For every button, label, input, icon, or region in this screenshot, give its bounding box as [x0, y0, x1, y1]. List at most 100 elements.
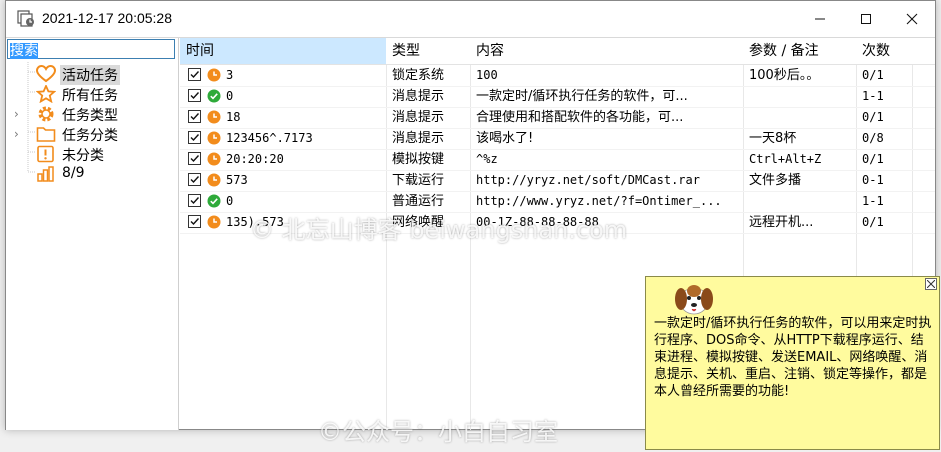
cell-content: 一款定时/循环执行任务的软件，可... [476, 89, 688, 104]
cell-count: 0/1 [862, 152, 884, 166]
tip-popup: 一款定时/循环执行任务的软件，可以用来定时执行程序、DOS命令、从HTTP下载程… [645, 276, 940, 450]
cell-content: 该喝水了! [476, 131, 534, 146]
grid-header: 时间 类型 内容 参数 / 备注 次数 [180, 38, 935, 65]
clock-icon [207, 68, 221, 82]
cell-count: 0-1 [862, 173, 884, 187]
column-header-note[interactable]: 参数 / 备注 [743, 38, 856, 64]
tree-item-label: 所有任务 [62, 88, 118, 104]
cell-content: 00-1Z-88-88-88-88 [476, 215, 599, 229]
exclamation-icon [37, 145, 54, 163]
cell-count: 1-1 [862, 89, 884, 103]
cell-content: http://yryz.net/soft/DMCast.rar [476, 173, 700, 187]
cell-count: 0/8 [862, 131, 884, 145]
cell-note: Ctrl+Alt+Z [749, 152, 822, 166]
row-checkbox[interactable] [188, 152, 201, 165]
done-check-icon [207, 89, 221, 103]
row-checkbox[interactable] [188, 131, 201, 144]
search-input-text: 搜索 [10, 43, 38, 59]
column-header-time[interactable]: 时间 [180, 38, 386, 64]
row-checkbox[interactable] [188, 194, 201, 207]
row-checkbox[interactable] [188, 215, 201, 228]
cell-note: 100秒后。。 [749, 68, 820, 83]
cell-note [749, 86, 854, 107]
tree-item-active-tasks[interactable]: 活动任务 [6, 64, 178, 85]
row-checkbox[interactable] [188, 173, 201, 186]
table-row[interactable]: 0 普通运行 http://www.yryz.net/?f=Ontimer_... 1… [180, 191, 935, 213]
search-input[interactable]: 搜索 [7, 39, 175, 59]
row-checkbox[interactable] [188, 110, 201, 123]
tree-item-all-tasks[interactable]: 所有任务 [6, 84, 178, 104]
table-row[interactable]: 18 消息提示 合理使用和搭配软件的各功能，可... 0/1 [180, 107, 935, 129]
cell-note [749, 191, 854, 212]
minimize-icon [815, 18, 825, 20]
tree-item-label: 8/9 [62, 165, 85, 181]
minimize-button[interactable] [797, 1, 843, 37]
checkmark-icon [190, 155, 200, 163]
table-row[interactable]: 3 锁定系统 100 100秒后。。 0/1 [180, 65, 935, 87]
cell-type: 网络唤醒 [392, 215, 445, 230]
column-header-count[interactable]: 次数 [856, 38, 912, 64]
cell-type: 消息提示 [392, 89, 445, 104]
checkmark-icon [190, 113, 200, 121]
done-check-icon [207, 194, 221, 208]
popup-close-button[interactable] [925, 278, 937, 290]
star-icon [36, 85, 56, 103]
cell-time: 135).573 [226, 215, 284, 229]
clock-icon [207, 173, 221, 187]
heart-icon [36, 65, 56, 83]
clock-icon [207, 131, 221, 145]
expand-chevron-icon[interactable]: › [14, 127, 19, 141]
cell-content: ^%z [476, 152, 498, 166]
cell-type: 普通运行 [392, 194, 445, 209]
close-button[interactable] [889, 1, 935, 37]
column-header-type[interactable]: 类型 [386, 38, 470, 64]
column-header-content[interactable]: 内容 [470, 38, 743, 64]
table-row[interactable]: 573 下载运行 http://yryz.net/soft/DMCast.rar 文件… [180, 170, 935, 192]
cell-time: 3 [226, 68, 234, 82]
table-row[interactable]: 20:20:20 模拟按键 ^%z Ctrl+Alt+Z 0/1 [180, 149, 935, 171]
cell-note: 一天8杯 [749, 131, 797, 146]
cell-note: 文件多播 [749, 173, 802, 188]
maximize-button[interactable] [843, 1, 889, 37]
window-title: 2021-12-17 20:05:28 [42, 10, 172, 26]
cell-type: 下载运行 [392, 173, 445, 188]
tree-item-label: 任务类型 [62, 108, 118, 124]
cell-count: 0/1 [862, 68, 884, 82]
clock-icon [207, 215, 221, 229]
row-checkbox[interactable] [188, 89, 201, 102]
cell-count: 0/1 [862, 215, 884, 229]
cell-type: 消息提示 [392, 131, 445, 146]
table-row[interactable]: 135).573 网络唤醒 00-1Z-88-88-88-88 远程开机... 0/1 [180, 212, 935, 234]
cell-time: 0 [226, 194, 234, 208]
cell-type: 消息提示 [392, 110, 445, 125]
tree-item-task-categories[interactable]: › 任务分类 [6, 124, 178, 144]
popup-message: 一款定时/循环执行任务的软件，可以用来定时执行程序、DOS命令、从HTTP下载程… [654, 316, 932, 399]
cell-time: 573 [226, 173, 248, 187]
tree-item-task-types[interactable]: › 任务类型 [6, 104, 178, 124]
gear-icon [38, 106, 54, 122]
cell-note: 远程开机... [749, 215, 814, 230]
dog-mascot-icon [675, 285, 713, 315]
app-icon [17, 10, 34, 27]
checkmark-icon [190, 134, 200, 142]
tree-item-stats[interactable]: 8/9 [6, 164, 178, 184]
cell-note [749, 107, 854, 128]
tree-item-uncategorized[interactable]: 未分类 [6, 144, 178, 164]
tree-item-label: 任务分类 [62, 128, 118, 144]
checkmark-icon [190, 71, 200, 79]
title-bar[interactable]: 2021-12-17 20:05:28 [6, 1, 935, 37]
close-icon [906, 13, 918, 25]
clock-icon [207, 152, 221, 166]
checkmark-icon [190, 197, 200, 205]
row-checkbox[interactable] [188, 68, 201, 81]
sidebar: 搜索 活动任务 所有任务 › 任务类型 › 任务分类 未分类 8/9 [6, 38, 179, 430]
cell-time: 18 [226, 110, 241, 124]
table-row[interactable]: 0 消息提示 一款定时/循环执行任务的软件，可... 1-1 [180, 86, 935, 108]
cell-time: 123456^.7173 [226, 131, 313, 145]
close-icon [927, 280, 935, 288]
cell-type: 锁定系统 [392, 68, 445, 83]
expand-chevron-icon[interactable]: › [14, 107, 19, 121]
checkmark-icon [190, 176, 200, 184]
table-row[interactable]: 123456^.7173 消息提示 该喝水了! 一天8杯 0/8 [180, 128, 935, 150]
cell-content: http://www.yryz.net/?f=Ontimer_... [476, 194, 722, 208]
